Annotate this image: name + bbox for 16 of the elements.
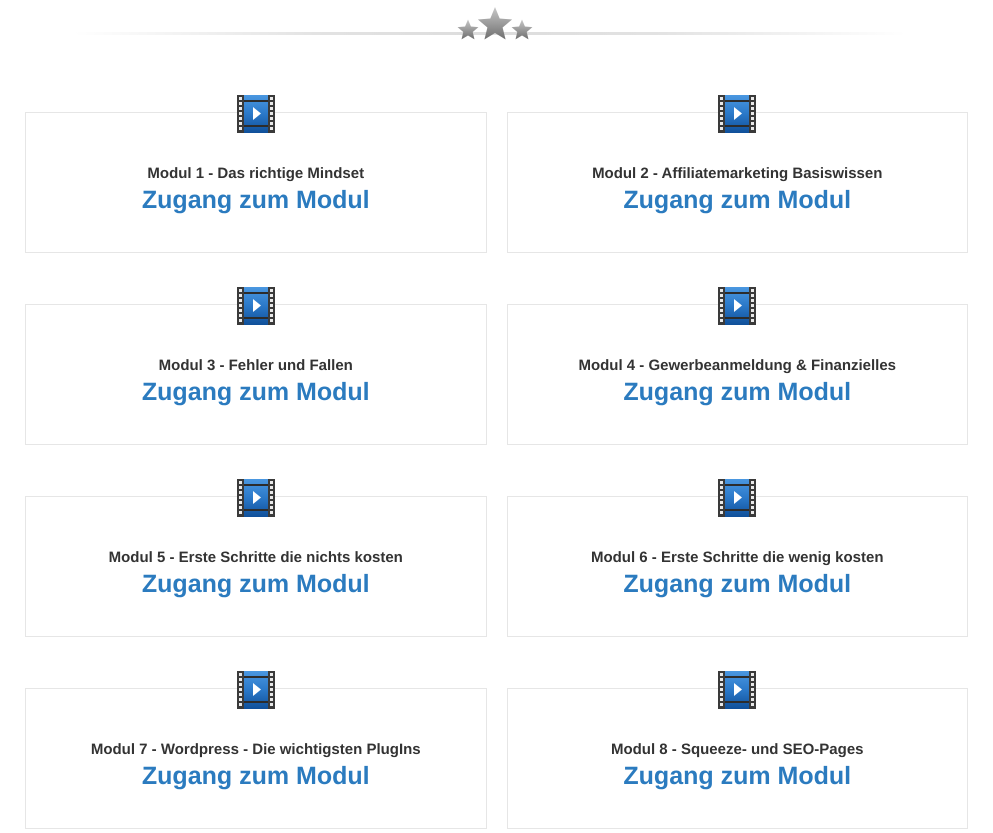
module-access-link[interactable]: Zugang zum Modul <box>142 568 370 600</box>
module-title: Modul 8 - Squeeze- und SEO-Pages <box>610 740 864 760</box>
module-title: Modul 2 - Affiliatemarketing Basiswissen <box>592 164 882 184</box>
module-access-link[interactable]: Zugang zum Modul <box>623 376 852 408</box>
module-access-link[interactable]: Zugang zum Modul <box>623 568 852 600</box>
module-access-link[interactable]: Zugang zum Modul <box>623 184 852 216</box>
module-title: Modul 5 - Erste Schritte die nichts kosten <box>108 548 403 568</box>
module-title: Modul 7 - Wordpress - Die wichtigsten PlugIns <box>90 740 421 760</box>
module-access-link[interactable]: Zugang zum Modul <box>142 760 370 792</box>
module-title: Modul 3 - Fehler und Fallen <box>158 356 353 376</box>
module-access-link[interactable]: Zugang zum Modul <box>142 376 370 408</box>
module-title: Modul 6 - Erste Schritte die wenig kosten <box>590 548 884 568</box>
module-access-link[interactable]: Zugang zum Modul <box>142 184 370 216</box>
module-title: Modul 4 - Gewerbeanmeldung & Finanzielles <box>578 356 896 376</box>
module-title: Modul 1 - Das richtige Mindset <box>147 164 364 184</box>
module-access-link[interactable]: Zugang zum Modul <box>623 760 852 792</box>
